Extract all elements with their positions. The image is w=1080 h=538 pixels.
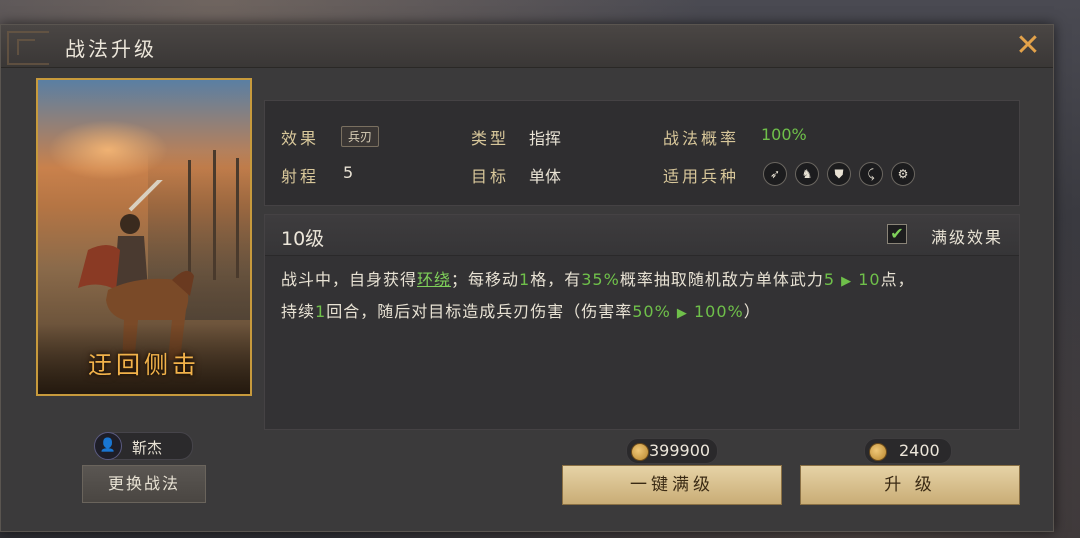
desc-text: ；每移动	[451, 270, 520, 289]
troops-label: 适用兵种	[663, 167, 740, 186]
title-ornament	[7, 31, 49, 65]
desc-number: 1	[519, 270, 531, 289]
desc-text: 点，	[880, 270, 915, 289]
desc-text: 回合，随后对目标造成兵刃伤害（伤害率	[326, 302, 633, 321]
rate-value: 100%	[761, 125, 807, 144]
coin-icon	[869, 442, 887, 461]
status-link[interactable]: 环绕	[417, 270, 451, 289]
bow-icon[interactable]: ⤹	[859, 162, 883, 186]
arrow-right-icon: ▶	[841, 274, 853, 289]
desc-number: 1	[315, 302, 327, 321]
skill-card-image: 迂回侧击	[36, 78, 252, 396]
upgrade-button[interactable]: 升 级	[800, 465, 1020, 505]
upgrade-cost-value: 2400	[899, 441, 940, 460]
title-bar: 战法升级 ✕	[1, 25, 1053, 68]
desc-number: 5	[823, 270, 836, 289]
effect-label: 效果	[281, 129, 320, 148]
level-header: 10级 ✔ 满级效果	[265, 215, 1019, 256]
max-cost-value: 399900	[649, 441, 711, 460]
coin-icon	[631, 442, 649, 461]
desc-number: 10	[858, 270, 881, 289]
skill-description: 战斗中，自身获得环绕；每移动1格，有35%概率抽取随机敌方单体武力5 ▶ 10点…	[281, 265, 1001, 329]
type-value: 指挥	[529, 129, 562, 148]
horse-icon[interactable]: ♞	[795, 162, 819, 186]
skill-name: 迂回侧击	[88, 351, 200, 379]
owner-badge: 👤 靳杰	[94, 432, 193, 460]
card-flag	[236, 158, 239, 278]
desc-text: 持续	[281, 302, 316, 321]
skill-info-panel: 效果 兵刃 类型 指挥 战法概率 100% 射程 5 目标 单体 适用兵种 ➶ …	[264, 100, 1020, 206]
target-label: 目标	[471, 167, 510, 186]
range-value: 5	[343, 163, 354, 182]
shield-icon[interactable]: ⛊	[827, 162, 851, 186]
desc-number: 100%	[693, 302, 744, 321]
desc-text: 格，有	[530, 270, 582, 289]
desc-text: 概率抽取随机敌方单体武力	[619, 270, 824, 289]
max-level-cost: 399900	[626, 438, 718, 464]
effect-tag: 兵刃	[341, 126, 380, 147]
chariot-icon[interactable]: ⚙	[891, 162, 915, 186]
swap-skill-button[interactable]: 更换战法	[82, 465, 206, 503]
spear-icon[interactable]: ➶	[763, 162, 787, 186]
upgrade-cost: 2400	[864, 438, 952, 464]
rate-label: 战法概率	[663, 129, 740, 148]
owner-name: 靳杰	[132, 439, 163, 457]
close-button[interactable]: ✕	[1013, 31, 1043, 61]
desc-number: 50%	[632, 302, 671, 321]
dialog-title: 战法升级	[65, 37, 157, 61]
range-label: 射程	[281, 167, 320, 186]
card-flag	[213, 150, 216, 280]
level-panel: 10级 ✔ 满级效果 战斗中，自身获得环绕；每移动1格，有35%概率抽取随机敌方…	[264, 214, 1020, 430]
max-level-label: 满级效果	[930, 228, 1003, 247]
desc-text: ）	[743, 302, 761, 321]
target-value: 单体	[529, 167, 562, 186]
arrow-right-icon: ▶	[676, 306, 688, 321]
desc-number: 35%	[581, 270, 620, 289]
type-label: 类型	[471, 129, 510, 148]
desc-text: 战斗中，自身获得	[281, 270, 418, 289]
max-level-button[interactable]: 一键满级	[562, 465, 782, 505]
owner-avatar-icon: 👤	[94, 432, 122, 460]
max-level-checkbox[interactable]: ✔	[887, 224, 907, 244]
level-title: 10级	[281, 228, 325, 250]
